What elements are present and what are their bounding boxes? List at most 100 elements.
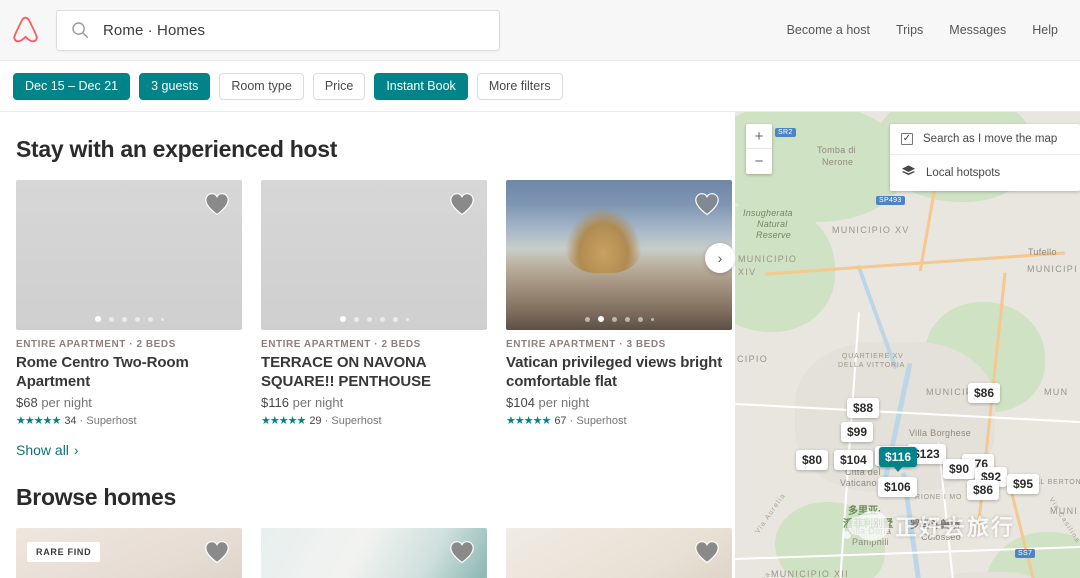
heart-icon[interactable] xyxy=(694,540,720,564)
listing-card[interactable]: ENTIRE APARTMENT · 2 BEDS TERRACE ON NAV… xyxy=(261,180,487,427)
listing-price-amount: $68 xyxy=(16,395,38,411)
listing-price: $104 per night xyxy=(506,395,732,410)
route-shield: SR2 xyxy=(775,128,796,137)
listing-review-count: 34 xyxy=(64,414,77,427)
show-all-label: Show all xyxy=(16,442,69,459)
search-as-i-move-row[interactable]: ✓ Search as I move the map xyxy=(890,124,1080,154)
rare-find-badge: RARE FIND xyxy=(27,542,101,563)
map-label: MUNI xyxy=(1050,506,1079,516)
listing-card[interactable] xyxy=(506,528,732,578)
carousel-next-button[interactable]: › xyxy=(705,243,735,273)
heart-icon[interactable] xyxy=(449,192,475,216)
heart-icon[interactable] xyxy=(694,192,720,216)
route-shield: SP493 xyxy=(876,196,905,205)
listing-card[interactable] xyxy=(261,528,487,578)
listing-review-count: 67 xyxy=(554,414,567,427)
listing-card[interactable]: RARE FIND xyxy=(16,528,242,578)
nav-become-a-host[interactable]: Become a host xyxy=(787,23,870,37)
listing-title[interactable]: TERRACE ON NAVONA SQUARE!! PENTHOUSE xyxy=(261,353,487,391)
site-header: Rome · Homes Become a host Trips Message… xyxy=(0,0,1080,61)
map-label: MUNICIPI xyxy=(1027,264,1078,274)
search-input-value[interactable]: Rome · Homes xyxy=(103,22,205,39)
filter-guests[interactable]: 3 guests xyxy=(139,72,211,100)
listing-rating: ★★★★★ 34 · Superhost xyxy=(16,414,242,428)
filter-more-filters[interactable]: More filters xyxy=(476,72,563,100)
map-label: MUNICIPIO XV xyxy=(832,225,910,235)
star-icon: ★★★★★ xyxy=(261,415,306,428)
listing-price-unit: per night xyxy=(292,395,344,411)
map-label: RIONE I MO xyxy=(915,494,963,501)
photo-dots xyxy=(261,316,487,322)
airbnb-logo[interactable] xyxy=(10,14,40,46)
listing-card[interactable]: ENTIRE APARTMENT · 3 BEDS Vatican privil… xyxy=(506,180,732,427)
map-price-pin[interactable]: $106 xyxy=(878,477,917,497)
listing-photo[interactable] xyxy=(506,528,732,578)
listing-photo[interactable] xyxy=(16,180,242,330)
local-hotspots-label: Local hotspots xyxy=(926,167,1001,179)
section-title-browse-homes: Browse homes xyxy=(16,484,177,511)
nav-help[interactable]: Help xyxy=(1032,23,1058,37)
main-nav: Become a host Trips Messages Help xyxy=(787,23,1080,37)
show-all-link[interactable]: Show all › xyxy=(16,442,79,458)
map-price-pin-selected[interactable]: $116 xyxy=(879,447,918,472)
experienced-host-carousel: ENTIRE APARTMENT · 2 BEDS Rome Centro Tw… xyxy=(16,180,735,427)
map-price-pin[interactable]: $88 xyxy=(847,398,880,418)
filter-instant-book[interactable]: Instant Book xyxy=(374,72,468,100)
results-pane[interactable]: Stay with an experienced host ENTIRE APA… xyxy=(0,112,735,578)
heart-icon[interactable] xyxy=(204,540,230,564)
zoom-in-button[interactable]: + xyxy=(746,124,772,149)
listing-price-unit: per night xyxy=(41,395,92,411)
search-icon xyxy=(71,21,89,39)
map-price-pin[interactable]: $104 xyxy=(834,450,873,470)
chevron-right-icon: › xyxy=(73,442,79,459)
map-panel[interactable]: Tomba di Nerone Insugherata Natural Rese… xyxy=(735,112,1080,578)
superhost-label: Superhost xyxy=(576,414,627,427)
map-price-pin[interactable]: $86 xyxy=(967,480,1000,500)
nav-trips[interactable]: Trips xyxy=(896,23,923,37)
map-price-pin[interactable]: $95 xyxy=(1007,474,1040,494)
listing-photo[interactable] xyxy=(506,180,732,330)
listing-title[interactable]: Vatican privileged views bright comforta… xyxy=(506,353,732,391)
listing-price: $116 per night xyxy=(261,395,487,410)
nav-messages[interactable]: Messages xyxy=(949,23,1006,37)
listing-card[interactable]: ENTIRE APARTMENT · 2 BEDS Rome Centro Tw… xyxy=(16,180,242,427)
heart-icon[interactable] xyxy=(449,540,475,564)
map-price-pin[interactable]: $80 xyxy=(796,450,829,470)
listing-price-amount: $104 xyxy=(506,395,535,411)
listing-photo[interactable]: RARE FIND xyxy=(16,528,242,578)
map-label: MUN xyxy=(1044,387,1069,397)
zoom-out-button[interactable]: − xyxy=(746,149,772,174)
map-label: Via Appia xyxy=(747,571,773,578)
map-price-pin[interactable]: $86 xyxy=(968,383,1001,403)
filter-price[interactable]: Price xyxy=(312,72,366,100)
filter-bar: Dec 15 – Dec 21 3 guests Room type Price… xyxy=(0,61,1080,112)
listing-photo[interactable] xyxy=(261,180,487,330)
filter-dates[interactable]: Dec 15 – Dec 21 xyxy=(13,72,131,100)
route-shield: SS7 xyxy=(1015,549,1036,558)
photo-dots xyxy=(16,316,242,322)
listing-title[interactable]: Rome Centro Two-Room Apartment xyxy=(16,353,242,391)
watermark: 正好去旅行 xyxy=(843,510,1016,542)
listing-review-count: 29 xyxy=(309,414,322,427)
watermark-text: 正好去旅行 xyxy=(895,515,1016,540)
heart-icon[interactable] xyxy=(204,192,230,216)
wechat-icon xyxy=(843,511,889,541)
listing-rating: ★★★★★ 29 · Superhost xyxy=(261,414,487,428)
map-price-pin[interactable]: $99 xyxy=(841,422,874,442)
airbnb-search-page: Rome · Homes Become a host Trips Message… xyxy=(0,0,1080,578)
search-as-i-move-label: Search as I move the map xyxy=(923,133,1058,145)
layers-icon xyxy=(901,164,916,182)
map-price-pin[interactable]: $90 xyxy=(943,459,976,479)
star-icon: ★★★★★ xyxy=(506,415,551,428)
listing-photo[interactable] xyxy=(261,528,487,578)
listing-price-amount: $116 xyxy=(261,395,289,411)
listing-kicker: ENTIRE APARTMENT · 2 BEDS xyxy=(261,339,421,350)
browse-homes-row: RARE FIND xyxy=(16,528,732,578)
photo-dots xyxy=(506,316,732,322)
local-hotspots-row[interactable]: Local hotspots xyxy=(890,154,1080,191)
listing-kicker: ENTIRE APARTMENT · 3 BEDS xyxy=(506,339,666,350)
search-bar[interactable]: Rome · Homes xyxy=(56,9,500,51)
filter-room-type[interactable]: Room type xyxy=(219,72,304,100)
checkbox-icon[interactable]: ✓ xyxy=(901,133,913,145)
superhost-label: Superhost xyxy=(86,414,137,427)
